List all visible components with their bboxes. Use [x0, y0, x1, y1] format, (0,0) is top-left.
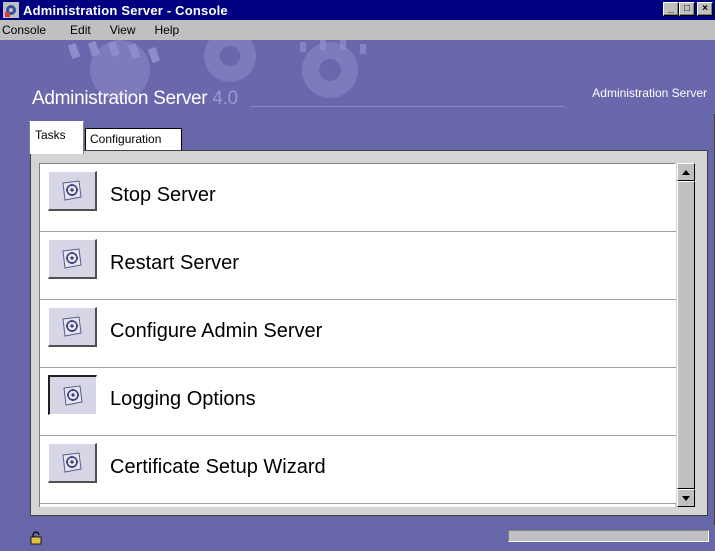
scroll-thumb[interactable]	[677, 181, 695, 489]
task-button-stop-server[interactable]	[48, 171, 97, 211]
task-row-restart-server[interactable]: Restart Server	[40, 232, 676, 300]
task-label-stop-server: Stop Server	[110, 184, 216, 206]
task-row-certificate-setup-wizard[interactable]: Certificate Setup Wizard	[40, 436, 676, 504]
task-button-certificate-setup-wizard[interactable]	[48, 443, 97, 483]
task-label-certificate-setup-wizard: Certificate Setup Wizard	[110, 456, 326, 478]
task-button-logging-options[interactable]	[48, 375, 97, 415]
menu-view[interactable]: View	[104, 23, 149, 37]
lock-icon	[30, 531, 42, 545]
tab-configuration[interactable]: Configuration	[85, 128, 182, 150]
close-button[interactable]: ×	[697, 2, 713, 16]
status-progress-bar	[508, 530, 709, 542]
task-icon	[63, 384, 83, 406]
up-arrow-icon	[682, 169, 690, 175]
menu-help[interactable]: Help	[149, 23, 193, 37]
header-banner: Administration Server 4.0 Administration…	[0, 40, 715, 114]
menu-bar: Console Edit View Help	[0, 20, 715, 40]
title-bar[interactable]: Administration Server - Console _ □ ×	[0, 0, 715, 20]
task-row-configure-admin-server[interactable]: Configure Admin Server	[40, 300, 676, 368]
task-icon	[62, 179, 82, 201]
scroll-up-button[interactable]	[677, 163, 695, 181]
down-arrow-icon	[682, 495, 690, 501]
menu-edit[interactable]: Edit	[64, 23, 104, 37]
task-label-restart-server: Restart Server	[110, 252, 239, 274]
task-row-stop-server[interactable]: Stop Server	[40, 164, 676, 232]
vertical-scrollbar[interactable]	[677, 163, 695, 507]
banner-title: Administration Server 4.0	[32, 88, 238, 110]
banner-divider	[250, 106, 565, 107]
console-window: Administration Server - Console _ □ × Co…	[0, 0, 715, 551]
task-icon	[62, 451, 82, 473]
task-label-logging-options: Logging Options	[110, 388, 256, 410]
task-button-restart-server[interactable]	[48, 239, 97, 279]
maximize-button[interactable]: □	[679, 2, 695, 16]
banner-version: 4.0	[207, 88, 238, 109]
banner-title-text: Administration Server	[32, 88, 208, 109]
window-title: Administration Server - Console	[23, 2, 228, 18]
task-icon	[62, 315, 82, 337]
minimize-button[interactable]: _	[663, 2, 679, 16]
task-row-logging-options[interactable]: Logging Options	[40, 368, 676, 436]
tab-tasks[interactable]: Tasks	[29, 121, 84, 154]
tasks-panel: Stop Server Restart Server Configure Adm…	[30, 150, 708, 516]
banner-server-label: Administration Server	[592, 86, 707, 100]
task-icon	[62, 247, 82, 269]
app-icon[interactable]	[3, 2, 19, 18]
task-list: Stop Server Restart Server Configure Adm…	[39, 163, 676, 507]
scroll-down-button[interactable]	[677, 489, 695, 507]
task-button-configure-admin-server[interactable]	[48, 307, 97, 347]
task-label-configure-admin-server: Configure Admin Server	[110, 320, 323, 342]
status-bar	[0, 525, 715, 551]
menu-console[interactable]: Console	[0, 23, 64, 37]
